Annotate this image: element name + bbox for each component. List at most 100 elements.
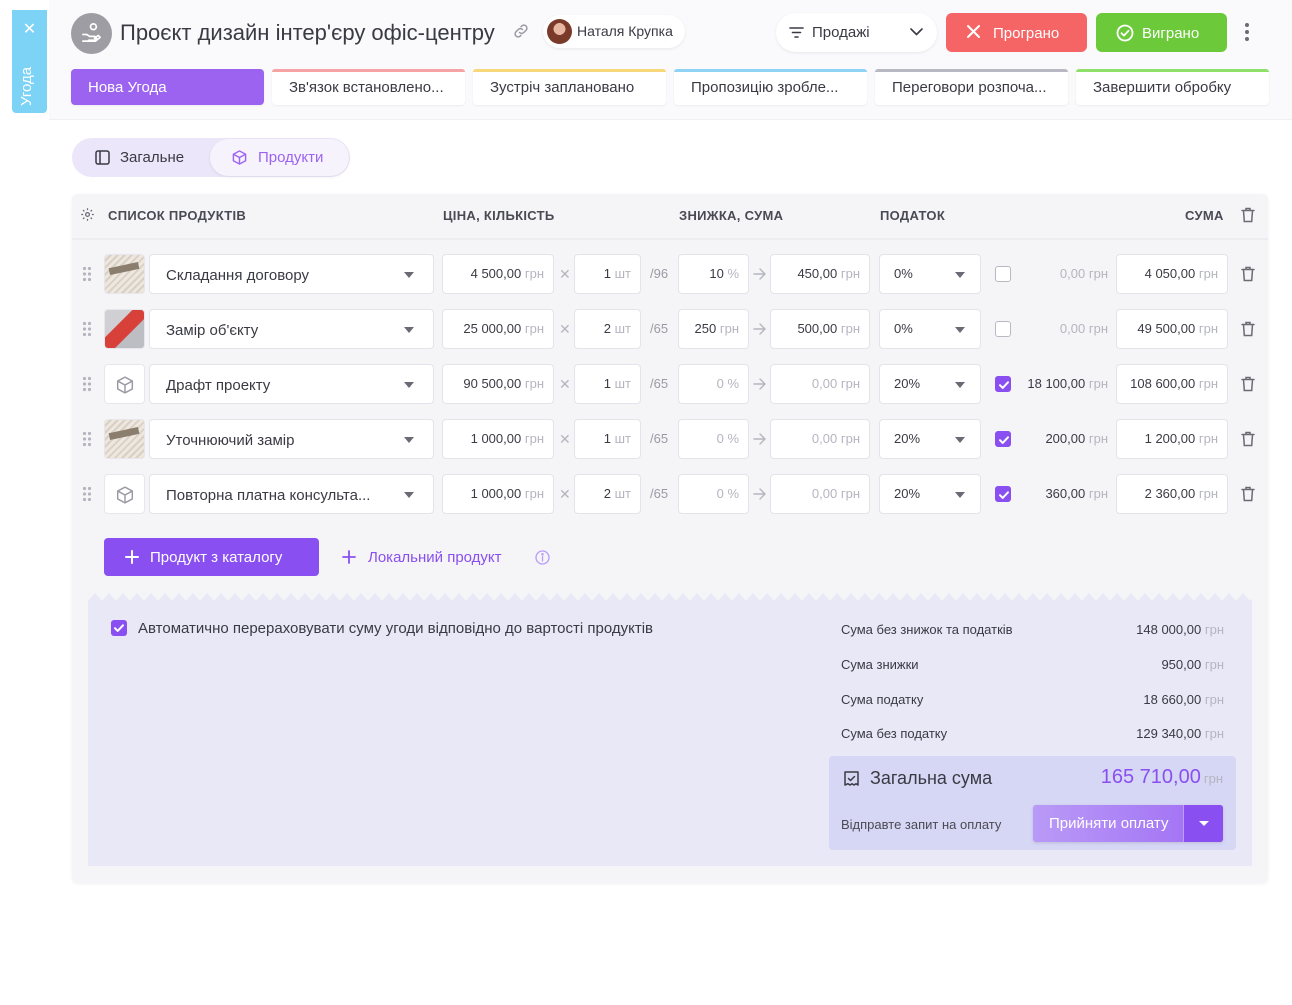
accept-payment-button[interactable]: Прийняти оплату (1033, 805, 1223, 842)
trash-icon[interactable] (1241, 376, 1255, 392)
tax-checkbox[interactable] (995, 431, 1011, 447)
currency-unit: грн (524, 266, 544, 281)
discount-input[interactable]: 10 % (678, 254, 749, 294)
stage-contact-established[interactable]: Зв'язок встановлено... (272, 69, 465, 105)
drag-handle-icon[interactable] (82, 266, 92, 282)
quantity-input[interactable]: 2 шт (574, 474, 641, 514)
row-total-input[interactable]: 2 360,00 грн (1116, 474, 1228, 514)
stage-finish-processing[interactable]: Завершити обробку (1076, 69, 1269, 105)
discount-sum-input[interactable]: 450,00 грн (770, 254, 870, 294)
won-button[interactable]: Виграно (1096, 13, 1227, 52)
tax-checkbox[interactable] (995, 321, 1011, 337)
sidebar-panel-icon (95, 150, 110, 165)
arrow-right-icon (753, 378, 766, 390)
tax-select[interactable]: 20% (879, 474, 981, 514)
tax-checkbox[interactable] (995, 376, 1011, 392)
product-name: Повторна платна консульта... (166, 487, 371, 504)
tax-amount-value: 360,00 (1045, 486, 1086, 501)
tax-checkbox[interactable] (995, 266, 1011, 282)
avatar (547, 19, 572, 44)
price-input[interactable]: 4 500,00 грн (442, 254, 554, 294)
close-icon[interactable]: ✕ (12, 22, 47, 38)
responsible-user-chip[interactable]: Наталя Крупка (543, 15, 685, 48)
quantity-value: 1 (603, 266, 611, 281)
summary-value-subtotal: 148 000,00 грн (1136, 622, 1224, 637)
price-input[interactable]: 25 000,00 грн (442, 309, 554, 349)
price-value: 1 000,00 (470, 431, 522, 446)
currency-unit: грн (524, 376, 544, 391)
add-catalog-product-button[interactable]: Продукт з каталогу (104, 538, 319, 576)
grand-total-box: Загальна сума 165 710,00 грн Відправте за… (829, 756, 1236, 850)
row-total-input[interactable]: 1 200,00 грн (1116, 419, 1228, 459)
trash-icon[interactable] (1241, 266, 1255, 282)
checkmark-icon (999, 436, 1009, 444)
payment-options-dropdown[interactable] (1183, 805, 1223, 842)
lost-button[interactable]: Програно (946, 13, 1087, 52)
discount-input[interactable]: 0 % (678, 364, 749, 404)
row-total-value: 2 360,00 (1144, 486, 1196, 501)
tax-checkbox[interactable] (995, 486, 1011, 502)
discount-value: 0 (716, 376, 724, 391)
drag-handle-icon[interactable] (82, 431, 92, 447)
gear-icon[interactable] (80, 207, 95, 227)
price-input[interactable]: 90 500,00 грн (442, 364, 554, 404)
auto-recalc-checkbox[interactable] (111, 620, 127, 636)
trash-icon[interactable] (1241, 431, 1255, 447)
stage-meeting-scheduled[interactable]: Зустріч заплановано (473, 69, 666, 105)
price-input[interactable]: 1 000,00 грн (442, 474, 554, 514)
drag-handle-icon[interactable] (82, 486, 92, 502)
discount-sum-input[interactable]: 500,00 грн (770, 309, 870, 349)
tax-select[interactable]: 0% (879, 254, 981, 294)
box-icon (232, 150, 247, 165)
discount-unit: % (727, 486, 739, 501)
tax-select[interactable]: 20% (879, 364, 981, 404)
caret-down-icon (1199, 821, 1209, 826)
trash-icon[interactable] (1241, 486, 1255, 502)
caret-down-icon (404, 272, 414, 278)
quantity-input[interactable]: 2 шт (574, 309, 641, 349)
product-select[interactable]: Складання договору (149, 254, 434, 294)
product-select[interactable]: Повторна платна консульта... (149, 474, 434, 514)
discount-sum-input[interactable]: 0,00 грн (770, 474, 870, 514)
product-select[interactable]: Уточнюючий замір (149, 419, 434, 459)
more-menu-icon[interactable] (1244, 22, 1250, 47)
row-total-input[interactable]: 49 500,00 грн (1116, 309, 1228, 349)
discount-sum-input[interactable]: 0,00 грн (770, 364, 870, 404)
price-value: 25 000,00 (463, 321, 522, 336)
deal-side-tab[interactable]: ✕ Угода (12, 10, 47, 113)
discount-sum-input[interactable]: 0,00 грн (770, 419, 870, 459)
drag-handle-icon[interactable] (82, 321, 92, 337)
multiply-icon: ✕ (559, 486, 571, 502)
discount-input[interactable]: 0 % (678, 419, 749, 459)
currency-unit: грн (1088, 321, 1108, 336)
trash-icon[interactable] (1241, 207, 1255, 228)
tax-amount-value: 0,00 (1059, 266, 1086, 281)
trash-icon[interactable] (1241, 321, 1255, 337)
stage-new-deal[interactable]: Нова Угода (71, 69, 264, 105)
info-icon[interactable] (535, 550, 550, 570)
pipeline-select[interactable]: Продажі (776, 13, 937, 52)
quantity-input[interactable]: 1 шт (574, 254, 641, 294)
tax-select[interactable]: 0% (879, 309, 981, 349)
quantity-input[interactable]: 1 шт (574, 419, 641, 459)
tax-select[interactable]: 20% (879, 419, 981, 459)
stage-negotiations-started[interactable]: Переговори розпоча... (875, 69, 1068, 105)
tab-label: Продукти (258, 149, 324, 166)
row-total-input[interactable]: 4 050,00 грн (1116, 254, 1228, 294)
discount-sum-value: 500,00 (797, 321, 838, 336)
drag-handle-icon[interactable] (82, 376, 92, 392)
currency-unit: грн (524, 486, 544, 501)
discount-input[interactable]: 250 грн (678, 309, 749, 349)
discount-sum-value: 0,00 (811, 486, 838, 501)
discount-input[interactable]: 0 % (678, 474, 749, 514)
price-input[interactable]: 1 000,00 грн (442, 419, 554, 459)
tab-products[interactable]: Продукти (210, 139, 349, 176)
quantity-input[interactable]: 1 шт (574, 364, 641, 404)
product-select[interactable]: Драфт проекту (149, 364, 434, 404)
row-total-input[interactable]: 108 600,00 грн (1116, 364, 1228, 404)
product-select[interactable]: Замір об'єкту (149, 309, 434, 349)
currency-unit: грн (1204, 622, 1224, 637)
link-icon[interactable] (512, 22, 530, 45)
stage-proposal-made[interactable]: Пропозицію зробле... (674, 69, 867, 105)
arrow-right-icon (753, 323, 766, 335)
